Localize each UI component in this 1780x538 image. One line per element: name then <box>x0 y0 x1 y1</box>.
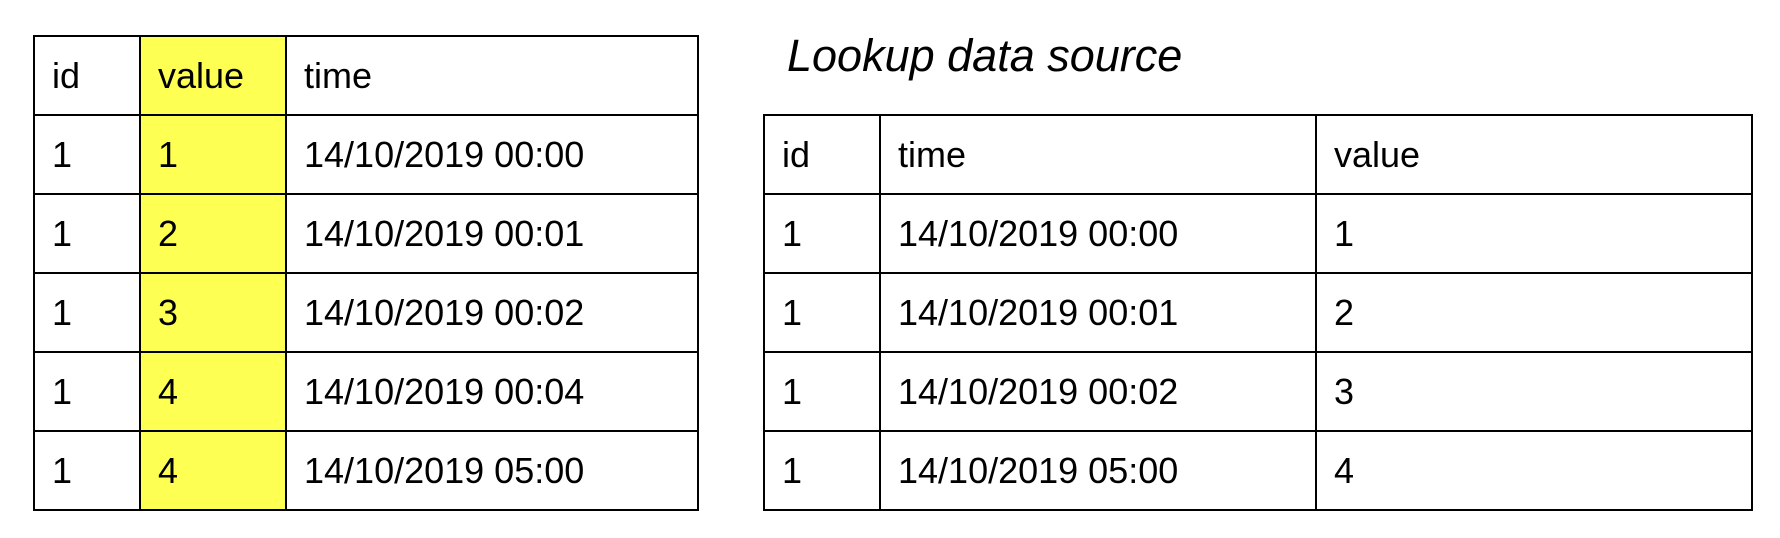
cell-time: 14/10/2019 00:02 <box>879 351 1317 432</box>
cell-time: 14/10/2019 00:01 <box>879 272 1317 353</box>
table-header-row: id time value <box>763 114 1753 195</box>
table-header-row: id value time <box>33 35 699 116</box>
cell-value: 1 <box>139 114 287 195</box>
cell-value: 4 <box>1315 430 1753 511</box>
cell-value: 3 <box>139 272 287 353</box>
cell-id: 1 <box>763 430 881 511</box>
cell-id: 1 <box>33 114 141 195</box>
cell-id: 1 <box>763 193 881 274</box>
table-row: 1 3 14/10/2019 00:02 <box>33 272 699 353</box>
table-row: 1 14/10/2019 05:00 4 <box>763 430 1753 511</box>
header-cell-value: value <box>139 35 287 116</box>
source-table: id value time 1 1 14/10/2019 00:00 1 2 1… <box>33 35 699 511</box>
cell-time: 14/10/2019 05:00 <box>879 430 1317 511</box>
cell-time: 14/10/2019 00:00 <box>285 114 699 195</box>
cell-time: 14/10/2019 05:00 <box>285 430 699 511</box>
cell-time: 14/10/2019 00:02 <box>285 272 699 353</box>
table-row: 1 14/10/2019 00:02 3 <box>763 351 1753 432</box>
cell-id: 1 <box>33 430 141 511</box>
header-cell-time: time <box>285 35 699 116</box>
cell-time: 14/10/2019 00:04 <box>285 351 699 432</box>
lookup-table: id time value 1 14/10/2019 00:00 1 1 14/… <box>763 114 1753 511</box>
table-row: 1 4 14/10/2019 00:04 <box>33 351 699 432</box>
cell-time: 14/10/2019 00:00 <box>879 193 1317 274</box>
cell-value: 4 <box>139 351 287 432</box>
cell-value: 2 <box>1315 272 1753 353</box>
table-row: 1 14/10/2019 00:00 1 <box>763 193 1753 274</box>
header-cell-value: value <box>1315 114 1753 195</box>
cell-id: 1 <box>33 193 141 274</box>
cell-id: 1 <box>33 351 141 432</box>
figure: { "highlight_color": "#fdff52", "left_ta… <box>0 0 1780 538</box>
cell-value: 1 <box>1315 193 1753 274</box>
cell-time: 14/10/2019 00:01 <box>285 193 699 274</box>
lookup-table-title: Lookup data source <box>787 30 1183 81</box>
table-row: 1 14/10/2019 00:01 2 <box>763 272 1753 353</box>
cell-value: 3 <box>1315 351 1753 432</box>
table-row: 1 4 14/10/2019 05:00 <box>33 430 699 511</box>
table-row: 1 2 14/10/2019 00:01 <box>33 193 699 274</box>
cell-id: 1 <box>763 351 881 432</box>
cell-id: 1 <box>763 272 881 353</box>
cell-value: 2 <box>139 193 287 274</box>
header-cell-id: id <box>33 35 141 116</box>
header-cell-id: id <box>763 114 881 195</box>
cell-id: 1 <box>33 272 141 353</box>
table-row: 1 1 14/10/2019 00:00 <box>33 114 699 195</box>
cell-value: 4 <box>139 430 287 511</box>
header-cell-time: time <box>879 114 1317 195</box>
